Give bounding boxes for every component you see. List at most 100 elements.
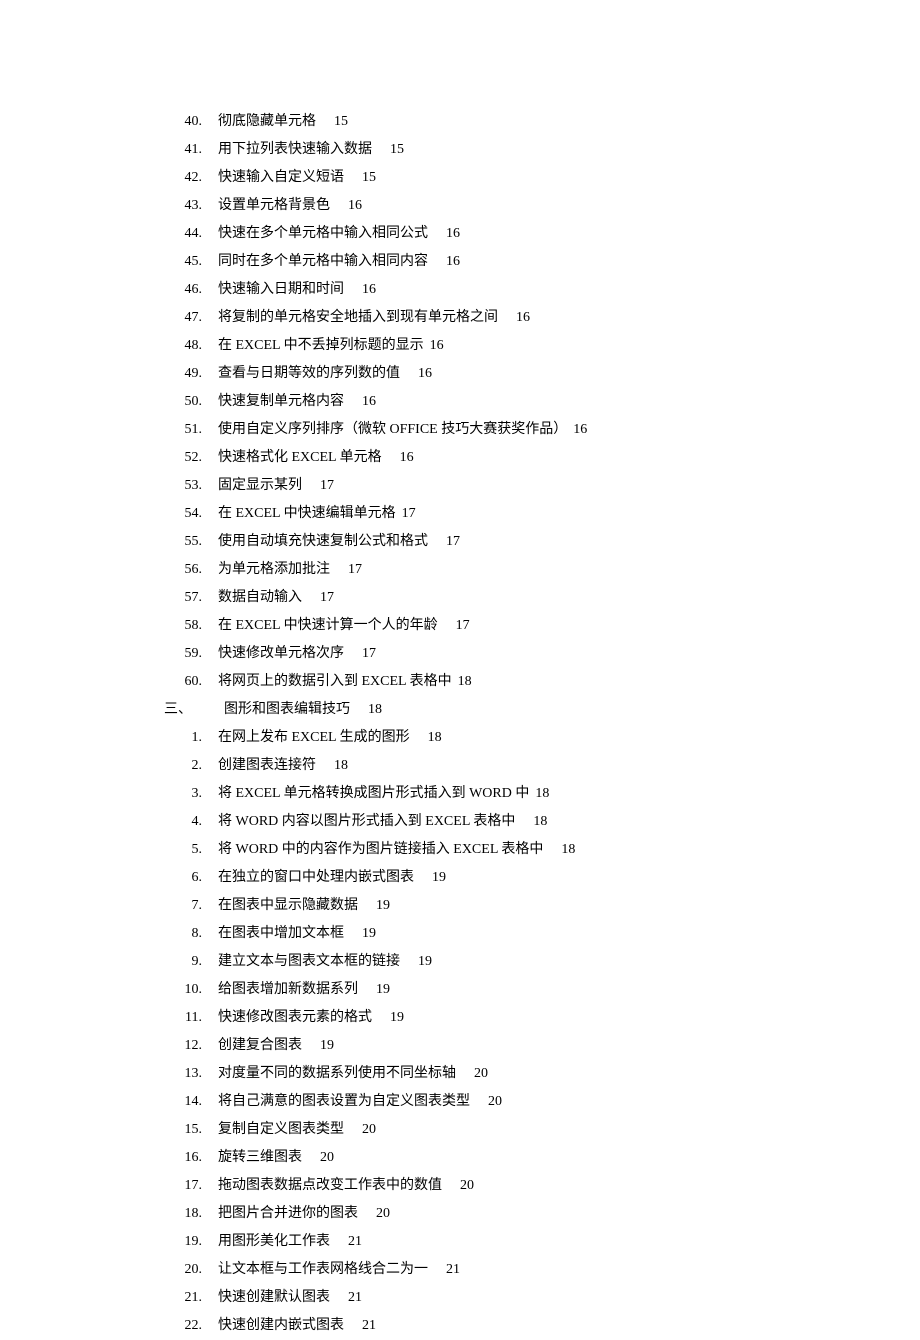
toc-page: 16: [330, 192, 362, 220]
toc-page: 19: [372, 1004, 404, 1032]
toc-title: 在图表中增加文本框: [218, 920, 344, 948]
toc-item: 1.在网上发布 EXCEL 生成的图形18: [170, 724, 770, 752]
toc-page: 17: [302, 472, 334, 500]
toc-number: 10.: [170, 976, 218, 1004]
toc-title: 快速创建内嵌式图表: [218, 1312, 344, 1340]
toc-title: 快速输入自定义短语: [218, 164, 344, 192]
toc-item: 45.同时在多个单元格中输入相同内容16: [170, 248, 770, 276]
toc-title: 将网页上的数据引入到 EXCEL 表格中: [218, 668, 452, 696]
toc-item: 18.把图片合并进你的图表20: [170, 1200, 770, 1228]
toc-number: 17.: [170, 1172, 218, 1200]
toc-number: 48.: [170, 332, 218, 360]
toc-page: 21: [330, 1228, 362, 1256]
toc-title: 用下拉列表快速输入数据: [218, 136, 372, 164]
toc-title: 将 WORD 内容以图片形式插入到 EXCEL 表格中: [218, 808, 515, 836]
toc-title: 快速复制单元格内容: [218, 388, 344, 416]
toc-page: 16: [428, 248, 460, 276]
toc-title: 将自己满意的图表设置为自定义图表类型: [218, 1088, 470, 1116]
toc-page: 19: [302, 1032, 334, 1060]
toc-item: 50.快速复制单元格内容16: [170, 388, 770, 416]
toc-item: 48.在 EXCEL 中不丢掉列标题的显示16: [170, 332, 770, 360]
toc-item: 14.将自己满意的图表设置为自定义图表类型20: [170, 1088, 770, 1116]
toc-title: 在图表中显示隐藏数据: [218, 892, 358, 920]
toc-number: 57.: [170, 584, 218, 612]
toc-page: 20: [456, 1060, 488, 1088]
toc-page: 18: [452, 668, 472, 696]
toc-page: 19: [344, 920, 376, 948]
toc-page: 20: [442, 1172, 474, 1200]
toc-title: 使用自动填充快速复制公式和格式: [218, 528, 428, 556]
toc-page: 18: [543, 836, 575, 864]
toc-number: 22.: [170, 1312, 218, 1340]
toc-title: 将 EXCEL 单元格转换成图片形式插入到 WORD 中: [218, 780, 529, 808]
toc-number: 12.: [170, 1032, 218, 1060]
toc-item: 20.让文本框与工作表网格线合二为一21: [170, 1256, 770, 1284]
toc-page: 20: [344, 1116, 376, 1144]
toc-page: 20: [302, 1144, 334, 1172]
toc-number: 47.: [170, 304, 218, 332]
toc-title: 旋转三维图表: [218, 1144, 302, 1172]
toc-page: 17: [428, 528, 460, 556]
toc-item: 40.彻底隐藏单元格15: [170, 108, 770, 136]
toc-title: 同时在多个单元格中输入相同内容: [218, 248, 428, 276]
toc-item: 8.在图表中增加文本框19: [170, 920, 770, 948]
toc-title: 用图形美化工作表: [218, 1228, 330, 1256]
toc-number: 41.: [170, 136, 218, 164]
toc-number: 2.: [170, 752, 218, 780]
toc-page: 17: [396, 500, 416, 528]
toc-item: 51.使用自定义序列排序（微软 OFFICE 技巧大赛获奖作品）16: [170, 416, 770, 444]
toc-number: 1.: [170, 724, 218, 752]
toc-number: 44.: [170, 220, 218, 248]
toc-page: 16: [567, 416, 587, 444]
toc-item: 46.快速输入日期和时间16: [170, 276, 770, 304]
toc-title: 查看与日期等效的序列数的值: [218, 360, 400, 388]
toc-content: 40.彻底隐藏单元格1541.用下拉列表快速输入数据1542.快速输入自定义短语…: [170, 108, 770, 1340]
toc-item: 44.快速在多个单元格中输入相同公式16: [170, 220, 770, 248]
toc-number: 三、: [164, 696, 224, 724]
toc-title: 在独立的窗口中处理内嵌式图表: [218, 864, 414, 892]
toc-title: 拖动图表数据点改变工作表中的数值: [218, 1172, 442, 1200]
toc-item: 2.创建图表连接符18: [170, 752, 770, 780]
toc-page: 17: [302, 584, 334, 612]
toc-title: 设置单元格背景色: [218, 192, 330, 220]
toc-number: 3.: [170, 780, 218, 808]
toc-number: 7.: [170, 892, 218, 920]
toc-page: 17: [438, 612, 470, 640]
toc-title: 快速在多个单元格中输入相同公式: [218, 220, 428, 248]
toc-page: 17: [330, 556, 362, 584]
toc-number: 45.: [170, 248, 218, 276]
toc-number: 53.: [170, 472, 218, 500]
toc-number: 15.: [170, 1116, 218, 1144]
toc-title: 创建图表连接符: [218, 752, 316, 780]
toc-item: 4.将 WORD 内容以图片形式插入到 EXCEL 表格中18: [170, 808, 770, 836]
toc-number: 21.: [170, 1284, 218, 1312]
toc-title: 快速修改单元格次序: [218, 640, 344, 668]
toc-number: 19.: [170, 1228, 218, 1256]
toc-number: 40.: [170, 108, 218, 136]
toc-number: 59.: [170, 640, 218, 668]
toc-item: 10.给图表增加新数据系列19: [170, 976, 770, 1004]
toc-item: 3.将 EXCEL 单元格转换成图片形式插入到 WORD 中18: [170, 780, 770, 808]
toc-title: 建立文本与图表文本框的链接: [218, 948, 400, 976]
toc-page: 21: [330, 1284, 362, 1312]
toc-item: 54.在 EXCEL 中快速编辑单元格17: [170, 500, 770, 528]
toc-title: 为单元格添加批注: [218, 556, 330, 584]
toc-title: 图形和图表编辑技巧: [224, 696, 350, 724]
toc-item: 49.查看与日期等效的序列数的值16: [170, 360, 770, 388]
toc-title: 对度量不同的数据系列使用不同坐标轴: [218, 1060, 456, 1088]
toc-title: 将 WORD 中的内容作为图片链接插入 EXCEL 表格中: [218, 836, 543, 864]
toc-item: 22.快速创建内嵌式图表21: [170, 1312, 770, 1340]
toc-title: 把图片合并进你的图表: [218, 1200, 358, 1228]
toc-item: 53.固定显示某列17: [170, 472, 770, 500]
toc-title: 彻底隐藏单元格: [218, 108, 316, 136]
toc-number: 56.: [170, 556, 218, 584]
toc-number: 51.: [170, 416, 218, 444]
toc-item: 11.快速修改图表元素的格式19: [170, 1004, 770, 1032]
toc-page: 16: [428, 220, 460, 248]
toc-item: 5.将 WORD 中的内容作为图片链接插入 EXCEL 表格中18: [170, 836, 770, 864]
toc-page: 16: [344, 388, 376, 416]
toc-item: 21.快速创建默认图表21: [170, 1284, 770, 1312]
toc-number: 52.: [170, 444, 218, 472]
toc-item: 47.将复制的单元格安全地插入到现有单元格之间16: [170, 304, 770, 332]
toc-page: 18: [316, 752, 348, 780]
